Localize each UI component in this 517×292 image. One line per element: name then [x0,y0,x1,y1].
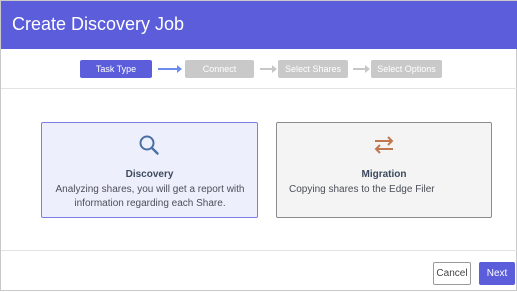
migration-description: Copying shares to the Edge Filer [277,183,491,197]
discovery-description: Analyzing shares, you will get a report … [42,183,257,211]
wizard-stepper: Task Type Connect Select Shares Select O… [1,49,517,89]
cancel-button[interactable]: Cancel [433,262,471,285]
step-arrow-icon [353,65,370,73]
step-select-shares[interactable]: Select Shares [278,60,348,78]
step-select-options[interactable]: Select Options [371,60,442,78]
step-arrow-icon [260,65,277,73]
next-button[interactable]: Next [479,262,515,285]
dialog-title: Create Discovery Job [12,14,185,34]
discovery-title: Discovery [125,169,174,180]
migration-card[interactable]: Migration Copying shares to the Edge Fil… [276,122,492,218]
migration-title: Migration [361,169,407,180]
step-task-type[interactable]: Task Type [80,60,152,78]
discovery-card[interactable]: Discovery Analyzing shares, you will get… [41,122,258,218]
dialog-header: Create Discovery Job [1,1,517,49]
transfer-arrows-icon [372,133,396,157]
discovery-desc-line: information regarding each Share. [74,198,226,209]
discovery-desc-line: Analyzing shares, you will get a report … [55,184,245,195]
create-discovery-job-dialog: Create Discovery Job Task Type Connect S… [0,0,517,291]
search-icon [137,133,161,157]
migration-desc-line: Copying shares to the Edge Filer [289,184,435,195]
dialog-footer: Cancel Next [1,250,517,292]
step-connect[interactable]: Connect [185,60,254,78]
step-arrow-icon [158,65,182,73]
